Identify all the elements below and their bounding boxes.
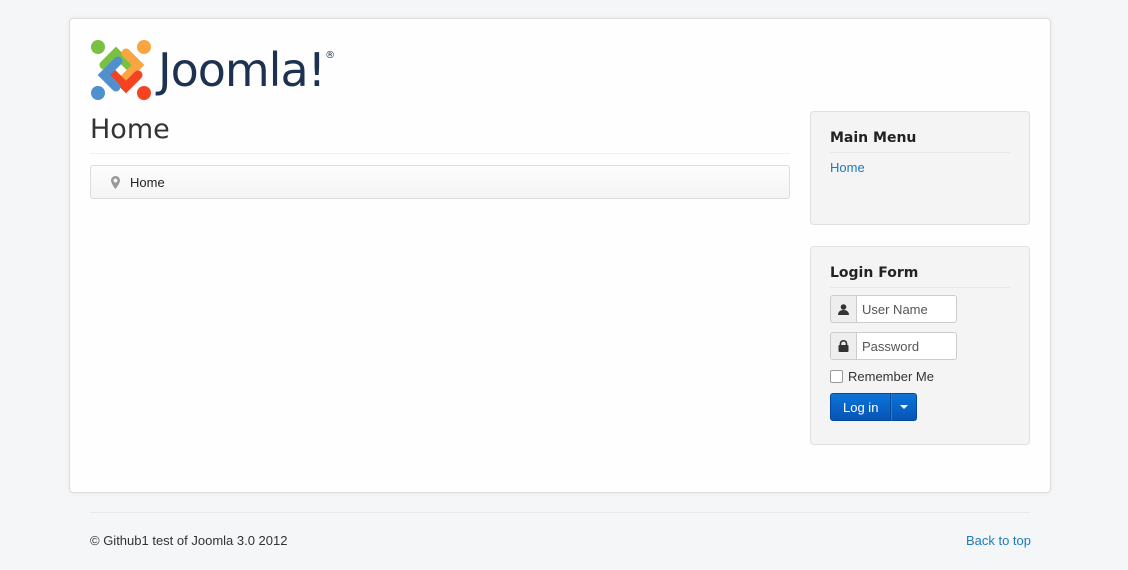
caret-down-icon (900, 405, 909, 409)
page-container: Joomla!® Home Home Main Menu Home Login … (69, 18, 1051, 493)
footer-divider (90, 512, 1030, 513)
lock-icon (830, 332, 857, 360)
breadcrumb: Home (90, 165, 790, 199)
user-icon (830, 295, 857, 323)
remember-me[interactable]: Remember Me (830, 369, 1010, 384)
footer-copyright: © Github1 test of Joomla 3.0 2012 (90, 533, 288, 548)
remember-me-label: Remember Me (848, 369, 934, 384)
main-menu-title: Main Menu (830, 130, 1010, 153)
remember-me-checkbox[interactable] (830, 370, 843, 383)
page-title: Home (90, 111, 790, 154)
sidebar: Main Menu Home Login Form User Name Reme… (810, 111, 1030, 445)
username-group (830, 295, 1010, 323)
main-menu-module: Main Menu Home (810, 111, 1030, 225)
login-button-group: Log in (830, 393, 1010, 421)
login-button[interactable]: Log in (830, 393, 892, 421)
password-group (830, 332, 1010, 360)
menu-item-home[interactable]: Home (830, 160, 1010, 206)
site-logo[interactable]: Joomla!® (90, 39, 335, 101)
login-options-dropdown[interactable] (891, 393, 918, 421)
username-input[interactable] (857, 295, 957, 323)
joomla-logo-icon (91, 40, 151, 100)
breadcrumb-current: Home (130, 174, 165, 190)
logo-wordmark: Joomla!® (158, 43, 335, 97)
password-input[interactable] (857, 332, 957, 360)
location-pin-icon (111, 175, 120, 189)
back-to-top-link[interactable]: Back to top (966, 533, 1031, 548)
login-form-module: Login Form User Name Remember Me Log in (810, 246, 1030, 445)
login-form-title: Login Form (830, 265, 1010, 288)
main-content: Home Home (90, 111, 790, 199)
